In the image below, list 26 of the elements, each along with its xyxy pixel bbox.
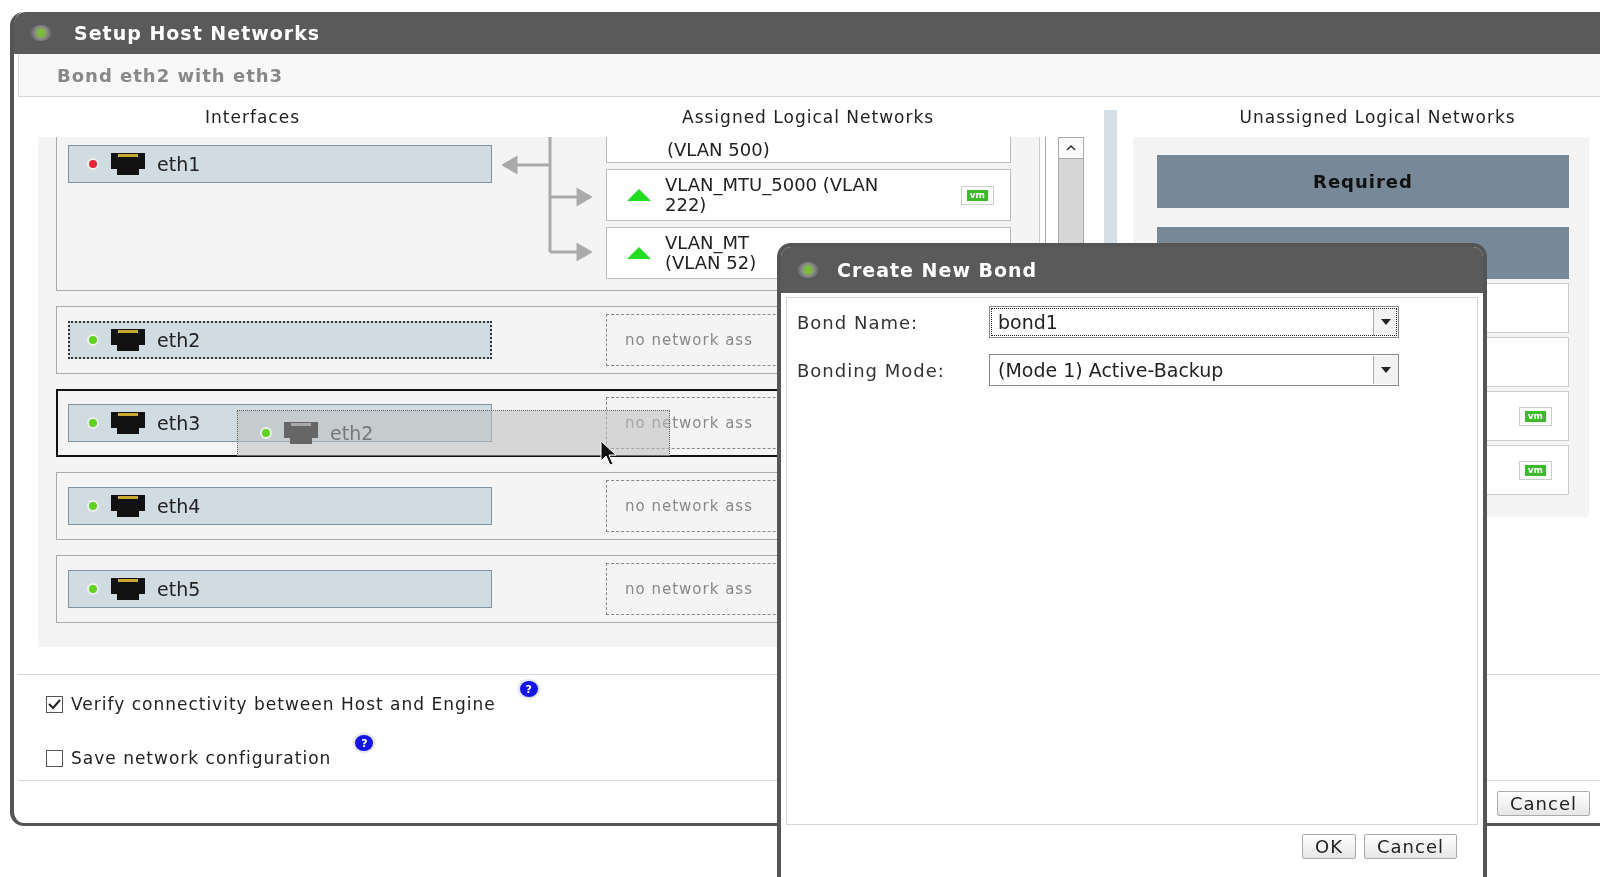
dialog-title: Create New Bond (837, 259, 1038, 281)
dialog-subtitle: Bond eth2 with eth3 (57, 64, 284, 86)
interface-name: eth3 (157, 412, 201, 434)
network-label: (VLAN 500) (666, 140, 770, 160)
column-header: Interfaces (204, 107, 301, 127)
interface-name: eth2 (330, 422, 374, 444)
section-header: Required (1157, 155, 1569, 208)
placeholder-text: no network ass (625, 497, 753, 515)
network-label: VLAN_MT (VLAN 52) (665, 233, 757, 273)
field-label: Bond Name: (797, 311, 920, 333)
window-title: Setup Host Networks (74, 22, 321, 44)
placeholder-text: no network ass (625, 580, 753, 598)
vm-badge: vm (1518, 460, 1552, 480)
vm-badge: vm (1518, 406, 1552, 426)
column-header: Unassigned Logical Networks (1238, 107, 1517, 127)
interface-name: eth5 (157, 578, 201, 600)
placeholder-text: no network ass (625, 331, 753, 349)
interface-name: eth2 (157, 329, 201, 351)
network-label: VLAN_MTU_5000 (VLAN 222) (665, 175, 879, 215)
column-header: Assigned Logical Networks (681, 107, 936, 127)
field-label: Bonding Mode: (797, 359, 946, 381)
vm-badge: vm (960, 185, 994, 205)
interface-name: eth4 (157, 495, 201, 517)
checkbox-label: Verify connectivity between Host and Engine (71, 694, 496, 714)
interface-name: eth1 (157, 153, 201, 175)
checkbox-label: Save network configuration (71, 748, 332, 768)
